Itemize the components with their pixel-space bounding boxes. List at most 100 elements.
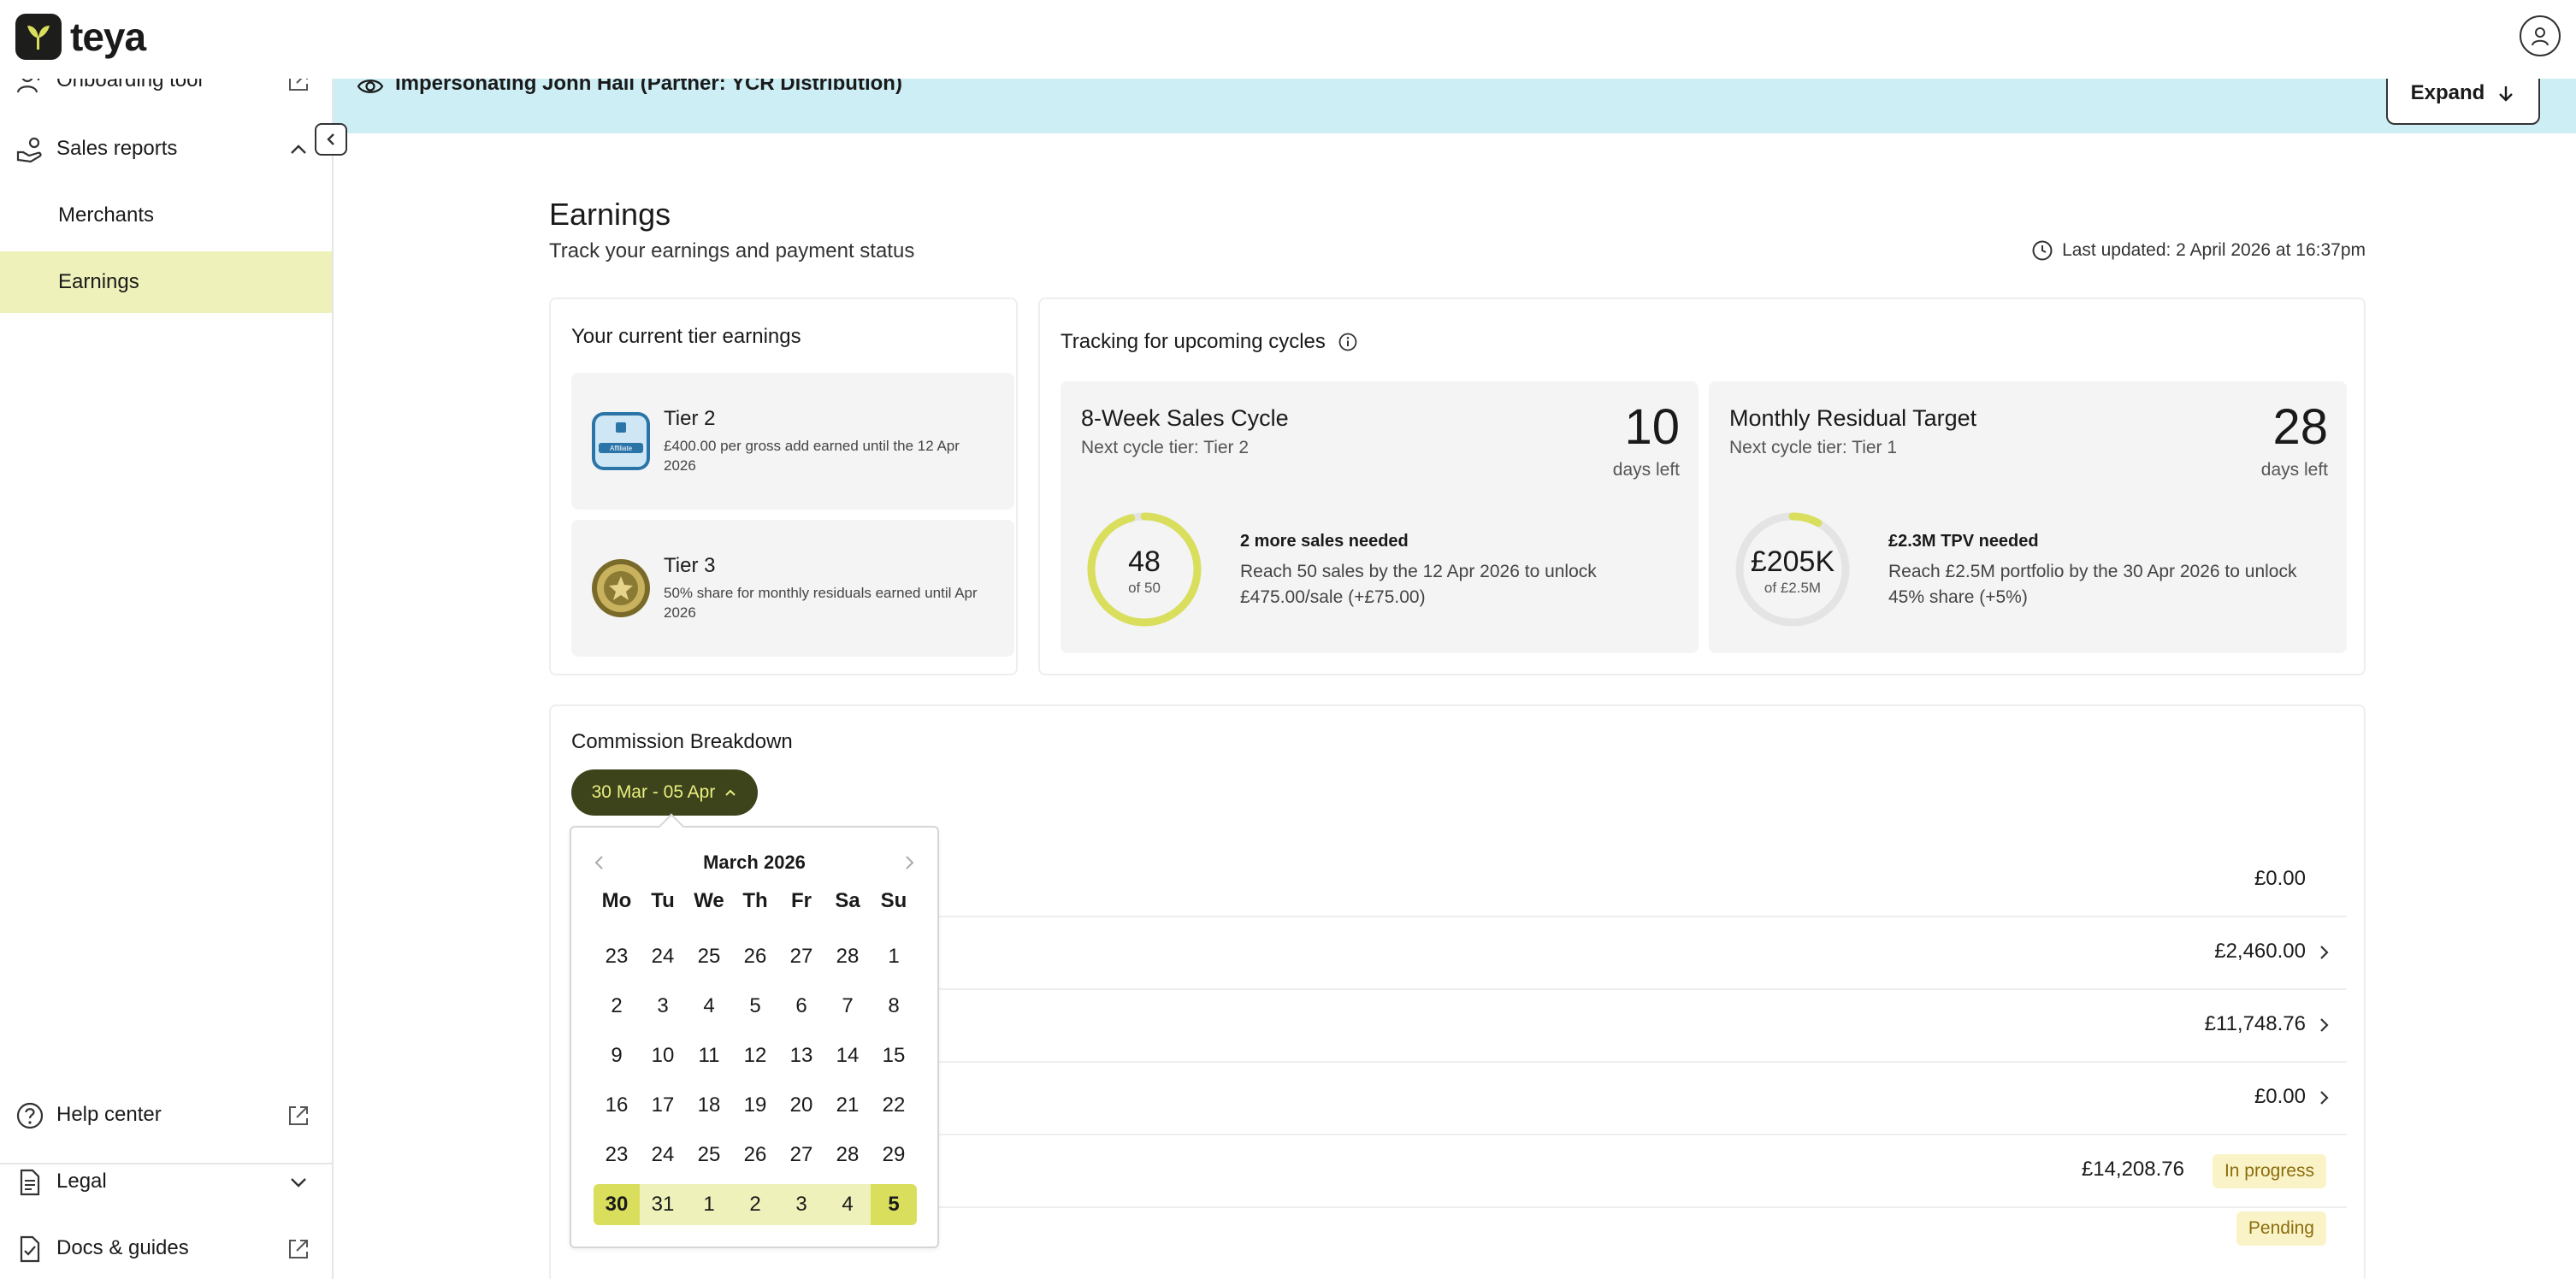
chevron-up-icon <box>725 789 736 796</box>
residual-target-box: Monthly Residual Target Next cycle tier:… <box>1709 381 2347 653</box>
calendar-day[interactable]: 26 <box>732 936 778 977</box>
tier-3-box: Tier 3 50% share for monthly residuals e… <box>571 520 1014 657</box>
cycle-next-tier: Next cycle tier: Tier 2 <box>1081 438 1250 457</box>
need-title: 2 more sales needed <box>1240 532 1409 551</box>
calendar-day[interactable]: 27 <box>778 936 824 977</box>
cycle-name: Monthly Residual Target <box>1729 405 1977 431</box>
calendar-day[interactable]: 28 <box>824 1135 871 1176</box>
calendar-day[interactable]: 15 <box>871 1035 917 1076</box>
calendar-day[interactable]: 12 <box>732 1035 778 1076</box>
calendar-day[interactable]: 2 <box>732 1184 778 1225</box>
tracking-card: Tracking for upcoming cycles 8-Week Sale… <box>1038 298 2366 675</box>
top-bar: teya <box>0 0 2576 79</box>
sidebar-item-legal[interactable]: Legal <box>0 1151 332 1212</box>
date-range-button[interactable]: 30 Mar - 05 Apr <box>571 769 758 816</box>
weekday-label: Mo <box>601 889 632 912</box>
sidebar-item-earnings[interactable]: Earnings <box>0 251 332 313</box>
clock-icon <box>2032 240 2053 261</box>
document-check-icon <box>20 1235 40 1263</box>
calendar-day[interactable]: 24 <box>640 1135 686 1176</box>
calendar-day[interactable]: 9 <box>594 1035 640 1076</box>
external-link-icon <box>289 1106 308 1125</box>
calendar-day[interactable]: 19 <box>732 1085 778 1126</box>
days-left-value: 28 <box>2272 399 2328 455</box>
calendar-day[interactable]: 4 <box>824 1184 871 1225</box>
calendar-day[interactable]: 5 <box>732 986 778 1027</box>
page-title: Earnings <box>549 197 671 232</box>
days-left-label: days left <box>2260 460 2328 480</box>
calendar-day[interactable]: 3 <box>640 986 686 1027</box>
current-tier-title: Your current tier earnings <box>571 325 801 348</box>
sidebar-item-label: Help center <box>56 1103 162 1126</box>
tier-description: 50% share for monthly residuals earned u… <box>664 585 978 621</box>
calendar-day[interactable]: 8 <box>871 986 917 1027</box>
chevron-right-icon <box>2320 946 2329 959</box>
row-amount: £0.00 <box>2254 1085 2306 1108</box>
calendar-day[interactable]: 25 <box>686 936 732 977</box>
sidebar-item-help-center[interactable]: Help center <box>0 1084 332 1146</box>
calendar-day[interactable]: 2 <box>594 986 640 1027</box>
info-icon[interactable] <box>1338 332 1358 352</box>
tier-name: Tier 3 <box>664 554 716 577</box>
tier-2-box: Affiliate Tier 2 £400.00 per gross add e… <box>571 373 1014 510</box>
calendar-day[interactable]: 17 <box>640 1085 686 1126</box>
tier-name: Tier 2 <box>664 407 716 430</box>
calendar-day[interactable]: 13 <box>778 1035 824 1076</box>
current-tier-card: Your current tier earnings Affiliate Tie… <box>549 298 1018 675</box>
calendar-day[interactable]: 14 <box>824 1035 871 1076</box>
calendar-day[interactable]: 20 <box>778 1085 824 1126</box>
calendar-day[interactable]: 1 <box>686 1184 732 1225</box>
chevron-right-icon[interactable] <box>900 853 919 872</box>
calendar-week: 30 31 1 2 3 4 5 <box>594 1180 917 1229</box>
hand-coins-icon <box>16 137 42 163</box>
calendar-day[interactable]: 23 <box>594 936 640 977</box>
calendar-week: 23 24 25 26 27 28 1 <box>594 932 917 981</box>
calendar-day[interactable]: 5 <box>871 1184 917 1225</box>
need-description: Reach 50 sales by the 12 Apr 2026 to unl… <box>1240 562 1597 607</box>
chevron-left-icon <box>327 133 334 145</box>
teya-logo[interactable]: teya <box>15 14 146 60</box>
calendar-day[interactable]: 24 <box>640 936 686 977</box>
calendar-day[interactable]: 26 <box>732 1135 778 1176</box>
calendar-day[interactable]: 21 <box>824 1085 871 1126</box>
calendar-day[interactable]: 31 <box>640 1184 686 1225</box>
days-left-label: days left <box>1612 460 1680 480</box>
row-amount: £2,460.00 <box>2214 940 2306 963</box>
row-amount: £11,748.76 <box>2204 1012 2306 1035</box>
calendar-day[interactable]: 18 <box>686 1085 732 1126</box>
calendar-day[interactable]: 23 <box>594 1135 640 1176</box>
commission-title: Commission Breakdown <box>571 730 793 753</box>
calendar-day[interactable]: 30 <box>594 1184 640 1225</box>
calendar-day[interactable]: 6 <box>778 986 824 1027</box>
weekday-label: Su <box>880 889 907 912</box>
calendar-day[interactable]: 29 <box>871 1135 917 1176</box>
page-subtitle: Track your earnings and payment status <box>549 239 915 262</box>
need-description: Reach £2.5M portfolio by the 30 Apr 2026… <box>1888 562 2297 607</box>
calendar-day[interactable]: 4 <box>686 986 732 1027</box>
need-title: £2.3M TPV needed <box>1888 532 2039 551</box>
calendar-day[interactable]: 11 <box>686 1035 732 1076</box>
sidebar: Onboarding tool Sales reports Merchants … <box>0 68 334 1279</box>
user-icon <box>2532 27 2549 46</box>
sidebar-item-docs-guides[interactable]: Docs & guides <box>0 1217 332 1279</box>
external-link-icon <box>289 1240 308 1258</box>
progress-target: of 50 <box>1128 580 1161 596</box>
calendar-day[interactable]: 1 <box>871 936 917 977</box>
user-profile-button[interactable] <box>2520 15 2561 56</box>
row-amount: £14,208.76 <box>2081 1158 2184 1181</box>
calendar-day[interactable]: 28 <box>824 936 871 977</box>
calendar-day[interactable]: 7 <box>824 986 871 1027</box>
calendar-day[interactable]: 27 <box>778 1135 824 1176</box>
calendar-day[interactable]: 3 <box>778 1184 824 1225</box>
progress-value: £205K <box>1750 545 1835 578</box>
collapse-sidebar-button[interactable] <box>315 123 347 156</box>
tier-2-badge-icon: Affiliate <box>592 412 650 470</box>
calendar-day[interactable]: 25 <box>686 1135 732 1176</box>
sidebar-item-sales-reports[interactable]: Sales reports <box>0 118 332 180</box>
calendar-day[interactable]: 22 <box>871 1085 917 1126</box>
calendar-day[interactable]: 10 <box>640 1035 686 1076</box>
calendar-day[interactable]: 16 <box>594 1085 640 1126</box>
sidebar-item-label: Docs & guides <box>56 1236 189 1259</box>
tier-2-badge-text: Affiliate <box>610 445 633 452</box>
sidebar-item-merchants[interactable]: Merchants <box>0 185 332 246</box>
